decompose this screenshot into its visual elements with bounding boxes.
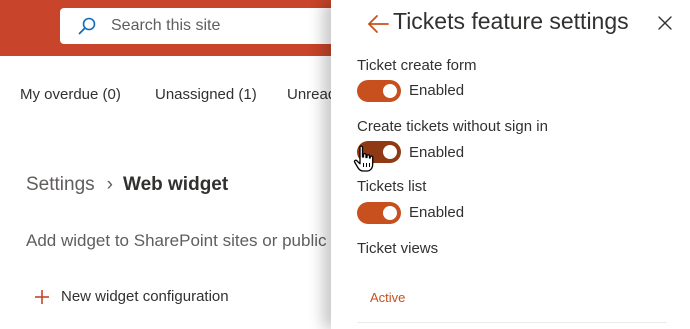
close-icon[interactable] — [657, 15, 673, 31]
breadcrumb-current: Web widget — [122, 174, 229, 195]
tickets-list-label: Tickets list — [357, 178, 427, 195]
plus-icon — [35, 290, 49, 304]
page-description: Add widget to SharePoint sites or public — [26, 231, 327, 250]
create-tickets-without-sign-in-label: Create tickets without sign in — [357, 118, 548, 135]
arrow-left-icon[interactable] — [367, 13, 389, 35]
tab-unassigned[interactable]: Unassigned (1) — [155, 86, 257, 103]
breadcrumb-settings[interactable]: Settings — [26, 174, 95, 195]
create-tickets-without-sign-in-state: Enabled — [409, 144, 465, 161]
ticket-create-form-state: Enabled — [409, 82, 465, 99]
site-search-box[interactable]: Search this site — [60, 8, 360, 44]
ticket-create-form-toggle[interactable] — [357, 80, 401, 102]
tab-unread[interactable]: Unread — [287, 86, 336, 103]
divider — [357, 322, 667, 323]
search-icon — [78, 17, 96, 35]
tab-my-overdue[interactable]: My overdue (0) — [20, 86, 121, 103]
hand-pointer-cursor-icon — [353, 145, 374, 172]
ticket-create-form-label: Ticket create form — [357, 57, 477, 74]
tickets-list-toggle[interactable] — [357, 202, 401, 224]
ticket-views-label: Ticket views — [357, 240, 439, 257]
search-placeholder: Search this site — [111, 17, 221, 34]
toggle-knob — [383, 206, 397, 220]
toggle-knob — [383, 84, 397, 98]
breadcrumb-separator: › — [106, 174, 113, 195]
new-widget-label: New widget configuration — [61, 288, 229, 305]
tickets-list-state: Enabled — [409, 204, 465, 221]
breadcrumb: Settings › Web widget — [26, 174, 228, 196]
toggle-knob — [383, 145, 397, 159]
tickets-settings-panel: Tickets feature settings Ticket create f… — [331, 0, 690, 329]
view-tab-active[interactable]: Active — [370, 290, 405, 305]
panel-title: Tickets feature settings — [393, 8, 629, 34]
